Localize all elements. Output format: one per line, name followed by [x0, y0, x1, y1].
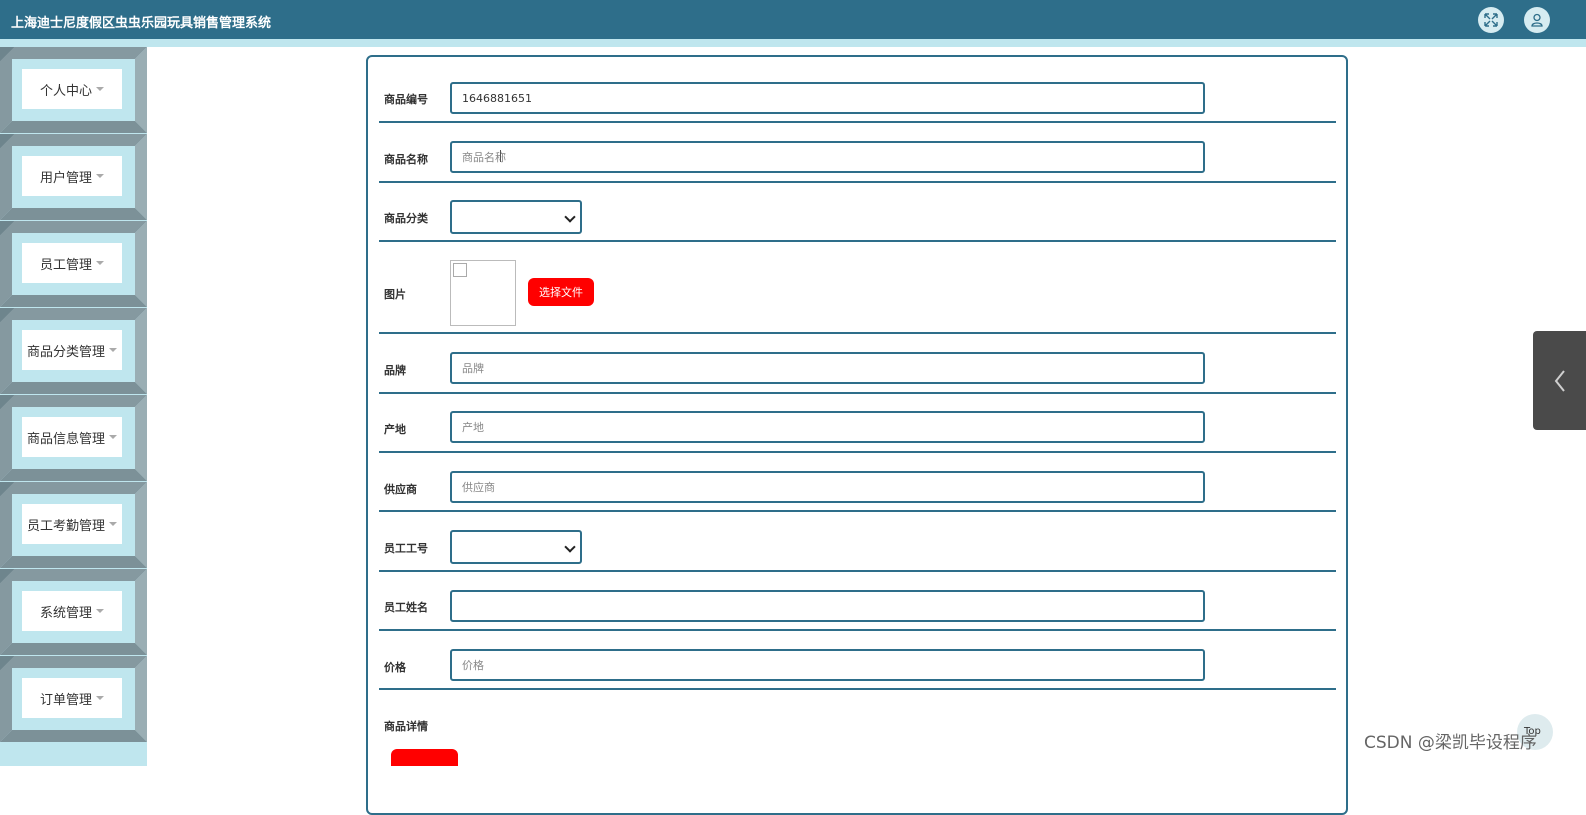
form-row-divider [379, 332, 1336, 334]
supplier-label: 供应商 [384, 483, 417, 496]
chevron-down-icon [96, 609, 104, 613]
origin-input[interactable] [450, 411, 1205, 443]
chevron-down-icon [109, 522, 117, 526]
chevron-down-icon [109, 435, 117, 439]
watermark: CSDN @梁凯毕设程序 [1364, 733, 1537, 753]
top-bar: 上海迪士尼度假区虫虫乐园玩具销售管理系统 [0, 0, 1586, 39]
goods-name-input[interactable] [450, 141, 1205, 173]
form-row-divider [379, 510, 1336, 512]
sidebar-item-button[interactable]: 订单管理 [22, 678, 122, 718]
side-panel-toggle[interactable] [1533, 331, 1586, 430]
sidebar-item-attendance-management[interactable]: 员工考勤管理 [0, 482, 147, 568]
chevron-down-icon [96, 696, 104, 700]
form-row-divider [379, 629, 1336, 631]
employee-name-label: 员工姓名 [384, 601, 428, 614]
sidebar-item-label: 系统管理 [39, 605, 92, 621]
price-label: 价格 [384, 661, 406, 674]
form-row-divider [379, 181, 1336, 183]
choose-file-button[interactable]: 选择文件 [528, 278, 594, 306]
sidebar-item-user-management[interactable]: 用户管理 [0, 134, 147, 220]
sidebar-item-goods-management[interactable]: 商品信息管理 [0, 395, 147, 481]
brand-label: 品牌 [384, 364, 406, 377]
sidebar-item-button[interactable]: 商品信息管理 [22, 417, 122, 457]
sidebar-item-label: 订单管理 [39, 692, 92, 708]
chevron-left-icon [1554, 369, 1565, 392]
goods-no-input[interactable] [450, 82, 1205, 114]
image-preview [450, 260, 516, 326]
sidebar: 个人中心 用户管理 员工管理 商品分类管理 商品信息管理 员工考勤管理 系统管理… [0, 47, 147, 766]
editor-toolbar-button[interactable] [391, 749, 458, 766]
goods-name-label: 商品名称 [384, 153, 428, 166]
sidebar-item-label: 用户管理 [39, 170, 92, 186]
form-row-divider [379, 688, 1336, 690]
sidebar-item-button[interactable]: 用户管理 [22, 156, 122, 196]
chevron-down-icon [96, 87, 104, 91]
sidebar-item-employee-management[interactable]: 员工管理 [0, 221, 147, 307]
sidebar-item-personal-center[interactable]: 个人中心 [0, 47, 147, 133]
form-row-divider [379, 240, 1336, 242]
sidebar-item-label: 员工考勤管理 [26, 518, 105, 534]
chevron-down-icon [96, 174, 104, 178]
broken-image-icon [453, 263, 467, 277]
sidebar-item-category-management[interactable]: 商品分类管理 [0, 308, 147, 394]
origin-label: 产地 [384, 423, 406, 436]
chevron-down-icon [109, 348, 117, 352]
sidebar-item-button[interactable]: 系统管理 [22, 591, 122, 631]
goods-no-label: 商品编号 [384, 93, 428, 106]
image-label: 图片 [384, 288, 406, 301]
chevron-down-icon [564, 211, 576, 223]
chevron-down-icon [564, 541, 576, 553]
sidebar-item-label: 商品信息管理 [26, 431, 105, 447]
sidebar-item-button[interactable]: 个人中心 [22, 69, 122, 109]
form-row-divider [379, 570, 1336, 572]
sidebar-item-system-management[interactable]: 系统管理 [0, 569, 147, 655]
sidebar-item-label: 个人中心 [39, 83, 92, 99]
category-select[interactable] [450, 200, 582, 234]
chevron-down-icon [96, 261, 104, 265]
sidebar-item-button[interactable]: 员工管理 [22, 243, 122, 283]
sidebar-item-order-management[interactable]: 订单管理 [0, 656, 147, 742]
details-label: 商品详情 [384, 720, 428, 733]
employee-no-label: 员工工号 [384, 542, 428, 555]
top-bar-strip [0, 39, 1586, 47]
employee-no-select[interactable] [450, 530, 582, 564]
brand-input[interactable] [450, 352, 1205, 384]
form-row-divider [379, 392, 1336, 394]
sidebar-item-label: 商品分类管理 [26, 344, 105, 360]
text-cursor-icon [500, 150, 501, 162]
supplier-input[interactable] [450, 471, 1205, 503]
form-row-divider [379, 451, 1336, 453]
employee-name-input[interactable] [450, 590, 1205, 622]
app-title: 上海迪士尼度假区虫虫乐园玩具销售管理系统 [11, 16, 272, 31]
category-label: 商品分类 [384, 212, 428, 225]
user-icon[interactable] [1524, 7, 1550, 33]
form-row-divider [379, 121, 1336, 123]
sidebar-item-label: 员工管理 [39, 257, 92, 273]
price-input[interactable] [450, 649, 1205, 681]
sidebar-item-button[interactable]: 商品分类管理 [22, 330, 122, 370]
sidebar-item-button[interactable]: 员工考勤管理 [22, 504, 122, 544]
fullscreen-icon[interactable] [1478, 7, 1504, 33]
